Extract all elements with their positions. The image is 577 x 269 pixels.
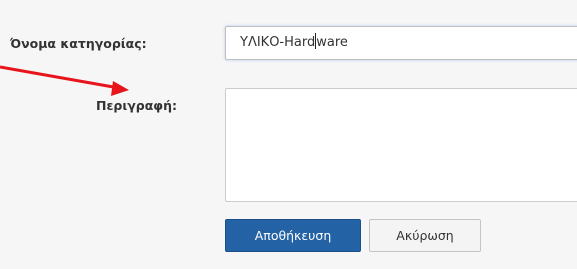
save-button[interactable]: Αποθήκευση [225,219,361,252]
category-name-label: Όνομα κατηγορίας: [10,36,147,51]
category-name-value-start: ΥΛΙΚΟ-Hard [240,35,316,50]
annotation-arrow-head [111,81,129,96]
category-form: Όνομα κατηγορίας: ΥΛΙΚΟ-Hardware Περιγρα… [0,0,577,269]
cancel-button[interactable]: Ακύρωση [369,219,481,252]
category-name-value-end: ware [316,35,348,50]
description-textarea[interactable] [225,88,577,202]
category-name-input[interactable]: ΥΛΙΚΟ-Hardware [225,26,577,60]
description-label: Περιγραφή: [96,98,177,113]
annotation-arrow-line [0,65,120,90]
